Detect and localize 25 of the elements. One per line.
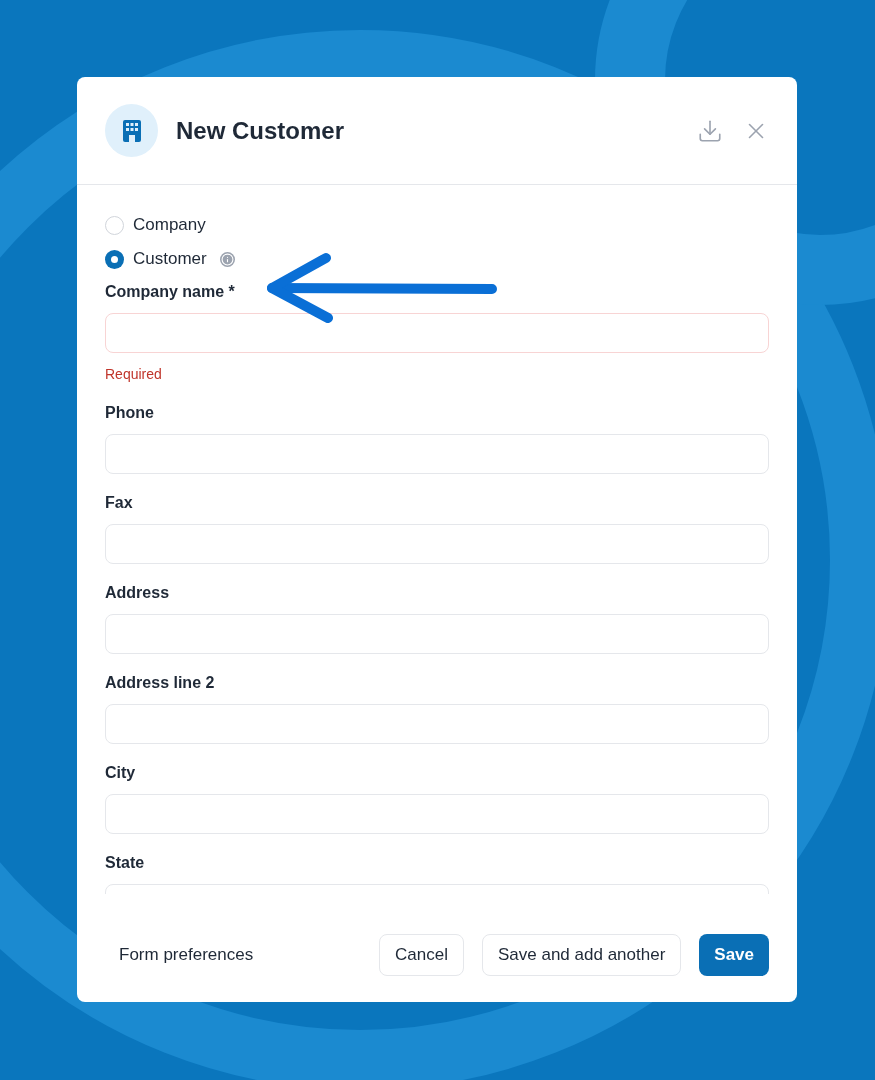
dialog-title: New Customer bbox=[176, 115, 345, 146]
input-field[interactable] bbox=[105, 794, 769, 834]
error-text: Required bbox=[105, 365, 163, 384]
field-label: Phone bbox=[105, 403, 155, 423]
field-label: Address line 2 bbox=[105, 673, 216, 693]
field-label: Company name * bbox=[105, 282, 236, 302]
radio-label: Customer bbox=[133, 248, 207, 271]
radio-label: Company bbox=[133, 214, 206, 237]
form-preferences-link[interactable]: Form preferences bbox=[105, 934, 268, 976]
radio-button[interactable] bbox=[105, 215, 124, 235]
secondary-button[interactable]: Cancel bbox=[379, 934, 464, 976]
field-label: City bbox=[105, 763, 137, 783]
field-label: Fax bbox=[105, 493, 134, 513]
building-icon bbox=[105, 104, 158, 157]
input-field[interactable] bbox=[105, 313, 769, 353]
input-field[interactable] bbox=[105, 524, 769, 564]
input-field[interactable] bbox=[105, 434, 769, 474]
info-icon bbox=[219, 251, 235, 267]
field-label: Address bbox=[105, 583, 171, 603]
field-label: State bbox=[105, 853, 146, 873]
input-field[interactable] bbox=[105, 614, 769, 654]
save-button[interactable]: Save bbox=[699, 934, 769, 976]
secondary-button[interactable]: Save and add another bbox=[482, 934, 682, 976]
radio-button[interactable] bbox=[105, 249, 124, 269]
input-field[interactable] bbox=[105, 704, 769, 744]
